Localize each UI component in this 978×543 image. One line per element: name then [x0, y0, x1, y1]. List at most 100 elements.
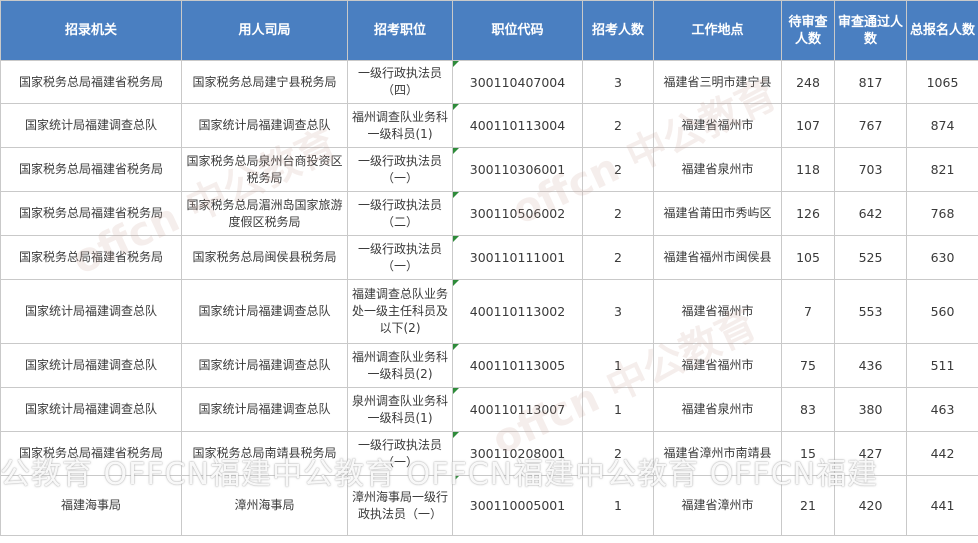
cell-agency: 国家统计局福建调查总队 [0, 387, 182, 432]
cell-department: 国家统计局福建调查总队 [181, 387, 348, 432]
table-row: 国家统计局福建调查总队 国家统计局福建调查总队 福州调查队业务科一级科员(1) 400… [0, 103, 978, 148]
cell-pending: 248 [781, 60, 835, 104]
cell-passed: 525 [834, 235, 907, 280]
cell-code: 300110407004 [452, 60, 583, 104]
cell-agency: 国家税务总局福建省税务局 [0, 60, 182, 104]
cell-location: 福建省漳州市南靖县 [653, 431, 782, 476]
cell-department: 国家税务总局湄洲岛国家旅游度假区税务局 [181, 191, 348, 236]
cell-total: 821 [906, 147, 978, 192]
cell-count: 1 [582, 475, 654, 536]
header-count: 招考人数 [582, 0, 654, 61]
cell-department: 国家税务总局闽侯县税务局 [181, 235, 348, 280]
table-body: 国家税务总局福建省税务局 国家税务总局建宁县税务局 一级行政执法员（四） 300110… [0, 60, 978, 536]
cell-passed: 427 [834, 431, 907, 476]
cell-position: 福州调查队业务科一级科员(2) [347, 343, 453, 388]
cell-total: 463 [906, 387, 978, 432]
cell-agency: 国家税务总局福建省税务局 [0, 191, 182, 236]
cell-passed: 380 [834, 387, 907, 432]
cell-position: 一级行政执法员（一） [347, 431, 453, 476]
header-department: 用人司局 [181, 0, 348, 61]
cell-passed: 817 [834, 60, 907, 104]
header-code: 职位代码 [452, 0, 583, 61]
cell-code: 300110005001 [452, 475, 583, 536]
cell-total: 560 [906, 279, 978, 344]
table-row: 国家统计局福建调查总队 国家统计局福建调查总队 泉州调查队业务科一级科员(1) 400… [0, 387, 978, 432]
header-position: 招考职位 [347, 0, 453, 61]
cell-pending: 21 [781, 475, 835, 536]
table-row: 国家统计局福建调查总队 国家统计局福建调查总队 福建调查总队业务处一级主任科员及以下… [0, 279, 978, 344]
cell-passed: 420 [834, 475, 907, 536]
cell-agency: 国家统计局福建调查总队 [0, 343, 182, 388]
cell-count: 2 [582, 431, 654, 476]
cell-department: 国家税务总局南靖县税务局 [181, 431, 348, 476]
cell-code: 400110113007 [452, 387, 583, 432]
cell-location: 福建省泉州市 [653, 387, 782, 432]
cell-pending: 118 [781, 147, 835, 192]
cell-agency: 国家统计局福建调查总队 [0, 103, 182, 148]
table-row: 国家税务总局福建省税务局 国家税务总局泉州台商投资区税务局 一级行政执法员（一） 30… [0, 147, 978, 192]
table-row: 福建海事局 漳州海事局 漳州海事局一级行政执法员（一） 300110005001 1 福建… [0, 475, 978, 536]
cell-code: 300110506002 [452, 191, 583, 236]
cell-location: 福建省漳州市 [653, 475, 782, 536]
cell-code: 300110208001 [452, 431, 583, 476]
cell-agency: 国家税务总局福建省税务局 [0, 235, 182, 280]
recruitment-table: 招录机关 用人司局 招考职位 职位代码 招考人数 工作地点 待审查人数 审查通过人数 总报名人数… [0, 0, 978, 536]
cell-total: 442 [906, 431, 978, 476]
cell-department: 漳州海事局 [181, 475, 348, 536]
cell-passed: 703 [834, 147, 907, 192]
cell-code: 400110113004 [452, 103, 583, 148]
cell-pending: 75 [781, 343, 835, 388]
cell-total: 630 [906, 235, 978, 280]
table-row: 国家税务总局福建省税务局 国家税务总局闽侯县税务局 一级行政执法员（一） 300110… [0, 235, 978, 280]
cell-count: 2 [582, 147, 654, 192]
cell-passed: 553 [834, 279, 907, 344]
cell-department: 国家统计局福建调查总队 [181, 343, 348, 388]
cell-passed: 767 [834, 103, 907, 148]
cell-location: 福建省福州市 [653, 279, 782, 344]
cell-position: 一级行政执法员（一） [347, 147, 453, 192]
cell-pending: 107 [781, 103, 835, 148]
cell-position: 福建调查总队业务处一级主任科员及以下(2) [347, 279, 453, 344]
cell-position: 一级行政执法员（四） [347, 60, 453, 104]
cell-department: 国家统计局福建调查总队 [181, 279, 348, 344]
cell-count: 1 [582, 387, 654, 432]
cell-position: 一级行政执法员（一） [347, 235, 453, 280]
header-location: 工作地点 [653, 0, 782, 61]
table-row: 国家统计局福建调查总队 国家统计局福建调查总队 福州调查队业务科一级科员(2) 400… [0, 343, 978, 388]
cell-location: 福建省三明市建宁县 [653, 60, 782, 104]
cell-total: 874 [906, 103, 978, 148]
cell-pending: 105 [781, 235, 835, 280]
cell-count: 3 [582, 279, 654, 344]
header-pending: 待审查人数 [781, 0, 835, 61]
cell-location: 福建省福州市 [653, 343, 782, 388]
cell-department: 国家税务总局泉州台商投资区税务局 [181, 147, 348, 192]
cell-count: 3 [582, 60, 654, 104]
cell-total: 511 [906, 343, 978, 388]
cell-agency: 国家税务总局福建省税务局 [0, 431, 182, 476]
cell-department: 国家统计局福建调查总队 [181, 103, 348, 148]
cell-position: 泉州调查队业务科一级科员(1) [347, 387, 453, 432]
cell-location: 福建省泉州市 [653, 147, 782, 192]
cell-position: 福州调查队业务科一级科员(1) [347, 103, 453, 148]
cell-agency: 国家统计局福建调查总队 [0, 279, 182, 344]
cell-code: 400110113005 [452, 343, 583, 388]
cell-total: 441 [906, 475, 978, 536]
table-header: 招录机关 用人司局 招考职位 职位代码 招考人数 工作地点 待审查人数 审查通过人数 总报名人数 [0, 0, 978, 61]
cell-count: 2 [582, 103, 654, 148]
cell-location: 福建省福州市闽侯县 [653, 235, 782, 280]
cell-code: 300110306001 [452, 147, 583, 192]
cell-total: 1065 [906, 60, 978, 104]
header-passed: 审查通过人数 [834, 0, 907, 61]
cell-pending: 7 [781, 279, 835, 344]
cell-position: 漳州海事局一级行政执法员（一） [347, 475, 453, 536]
cell-location: 福建省莆田市秀屿区 [653, 191, 782, 236]
table-row: 国家税务总局福建省税务局 国家税务总局南靖县税务局 一级行政执法员（一） 300110… [0, 431, 978, 476]
cell-location: 福建省福州市 [653, 103, 782, 148]
cell-code: 400110113002 [452, 279, 583, 344]
cell-count: 1 [582, 343, 654, 388]
cell-count: 2 [582, 191, 654, 236]
table-row: 国家税务总局福建省税务局 国家税务总局湄洲岛国家旅游度假区税务局 一级行政执法员（二… [0, 191, 978, 236]
cell-total: 768 [906, 191, 978, 236]
header-agency: 招录机关 [0, 0, 182, 61]
cell-pending: 126 [781, 191, 835, 236]
